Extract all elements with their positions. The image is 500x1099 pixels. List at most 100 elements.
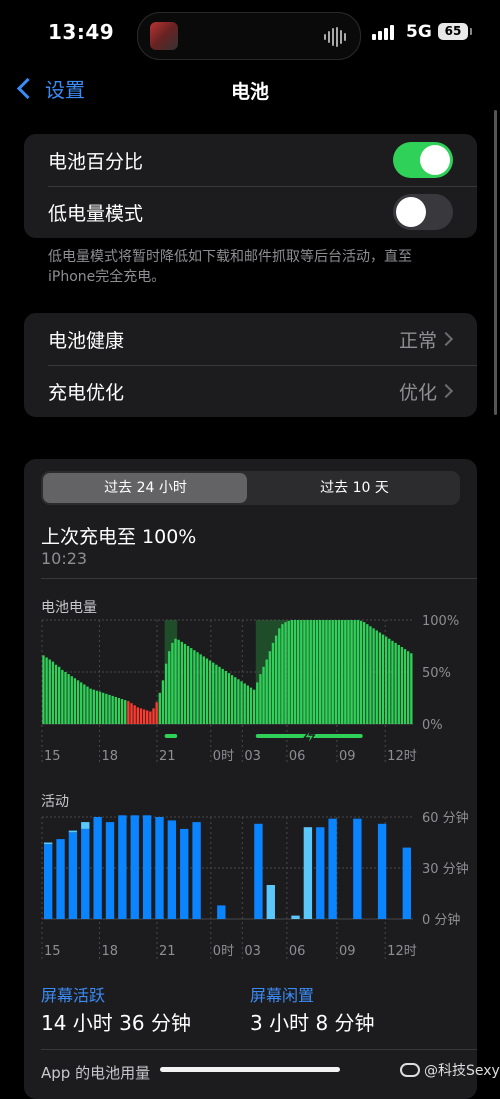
x-tick-label: 09 (339, 944, 356, 959)
battery-bar (171, 642, 174, 724)
battery-bar (58, 666, 61, 724)
battery-bar (51, 661, 55, 724)
activity-bar-idle (291, 915, 300, 919)
battery-bar (127, 701, 130, 724)
x-tick-label: 09 (339, 749, 356, 764)
battery-bar (234, 677, 237, 724)
battery-health-group: 电池健康 正常 充电优化 优化 (24, 313, 477, 417)
low-power-mode-toggle[interactable] (393, 194, 453, 230)
battery-level-chart[interactable]: 100% 50% 0% 15 18 21 0时 03 06 09 12时 (24, 614, 477, 774)
charge-optimization-label: 充电优化 (48, 381, 125, 404)
battery-bar (246, 685, 250, 724)
battery-bar (215, 664, 218, 724)
battery-bar (331, 620, 334, 724)
battery-bar (397, 644, 400, 724)
battery-percentage-toggle[interactable] (393, 142, 453, 178)
activity-bar-active (167, 820, 177, 919)
tab-past-10-days[interactable]: 过去 10 天 (250, 471, 459, 505)
battery-bar (199, 654, 202, 724)
battery-bar (190, 648, 193, 724)
battery-bar (76, 680, 80, 724)
page-title: 电池 (230, 81, 269, 103)
charge-optimization-row[interactable]: 充电优化 优化 (24, 365, 477, 417)
battery-bar (296, 620, 300, 724)
battery-bar (306, 620, 309, 724)
y-tick-label: 0% (422, 718, 443, 733)
charging-indicator (164, 734, 178, 738)
battery-bar (372, 628, 375, 724)
dynamic-island[interactable] (137, 12, 361, 60)
activity-bar-active (68, 832, 78, 919)
battery-bar (221, 668, 224, 724)
y-tick-label: 60 分钟 (422, 810, 469, 826)
x-tick-label: 0时 (213, 749, 234, 764)
last-charge-time: 10:23 (41, 549, 88, 568)
battery-bar (249, 687, 253, 724)
battery-bar (136, 707, 139, 724)
battery-bar (366, 624, 369, 724)
status-time: 13:49 (48, 20, 115, 44)
activity-bar-active (192, 822, 201, 919)
battery-bar (105, 693, 108, 724)
x-tick-label: 15 (44, 944, 61, 959)
activity-bar-active (130, 815, 139, 919)
x-tick-label: 18 (102, 749, 119, 764)
activity-bar-active (142, 815, 152, 919)
activity-bar-active (105, 822, 115, 919)
home-indicator[interactable] (160, 1067, 340, 1072)
low-power-mode-label: 低电量模式 (48, 202, 144, 225)
battery-bar (271, 642, 275, 724)
screen-active-label: 屏幕活跃 (41, 986, 106, 1005)
x-tick-label: 18 (102, 944, 119, 959)
battery-percentage-row[interactable]: 电池百分比 (24, 134, 477, 186)
battery-bar (64, 672, 67, 724)
battery-bar (328, 620, 331, 724)
battery-bar (322, 620, 325, 724)
scrollbar[interactable] (494, 110, 497, 415)
now-playing-app-icon (150, 22, 178, 50)
battery-bar (369, 626, 372, 724)
battery-bar (391, 640, 394, 724)
last-charge-title: 上次充电至 100% (41, 526, 197, 548)
x-tick-label: 03 (244, 944, 261, 959)
activity-bar-active (155, 817, 164, 919)
battery-bar (212, 662, 215, 724)
battery-bar (120, 699, 124, 724)
low-power-mode-row[interactable]: 低电量模式 (24, 186, 477, 238)
battery-bar (186, 646, 190, 724)
battery-bar (133, 705, 136, 724)
battery-bar (196, 652, 199, 724)
battery-bar (359, 621, 363, 724)
x-tick-label: 06 (289, 944, 306, 959)
battery-bar (378, 632, 382, 724)
battery-bar (237, 679, 240, 724)
battery-bar (287, 621, 290, 724)
screen-idle-value: 3 小时 8 分钟 (250, 1011, 375, 1035)
battery-bar (164, 663, 168, 724)
battery-bar (340, 620, 344, 724)
battery-bar (161, 680, 165, 724)
battery-bar (124, 700, 127, 724)
x-tick-label: 03 (244, 749, 261, 764)
battery-bar (243, 683, 246, 724)
battery-bar (274, 635, 278, 724)
tab-past-24-hours[interactable]: 过去 24 小时 (41, 471, 250, 505)
battery-bar (155, 702, 158, 724)
battery-bar (407, 651, 410, 724)
battery-bar (73, 678, 77, 724)
battery-bar (224, 670, 227, 724)
activity-bar-active (402, 847, 411, 919)
x-tick-label: 06 (289, 749, 306, 764)
battery-health-row[interactable]: 电池健康 正常 (24, 313, 477, 365)
activity-chart[interactable]: 60 分钟30 分钟0 分钟1518210时03060912时8月4日8月5日 (24, 807, 477, 967)
battery-tip (470, 28, 472, 35)
battery-bar (180, 641, 183, 724)
battery-bar (130, 703, 133, 724)
battery-bar (388, 638, 391, 724)
battery-bar (139, 708, 143, 724)
time-range-segmented-control: 过去 24 小时 过去 10 天 (41, 471, 460, 505)
activity-bar-idle (266, 885, 275, 919)
battery-bar (42, 655, 45, 724)
charge-optimization-value: 优化 (398, 381, 437, 404)
battery-bar (303, 620, 306, 724)
